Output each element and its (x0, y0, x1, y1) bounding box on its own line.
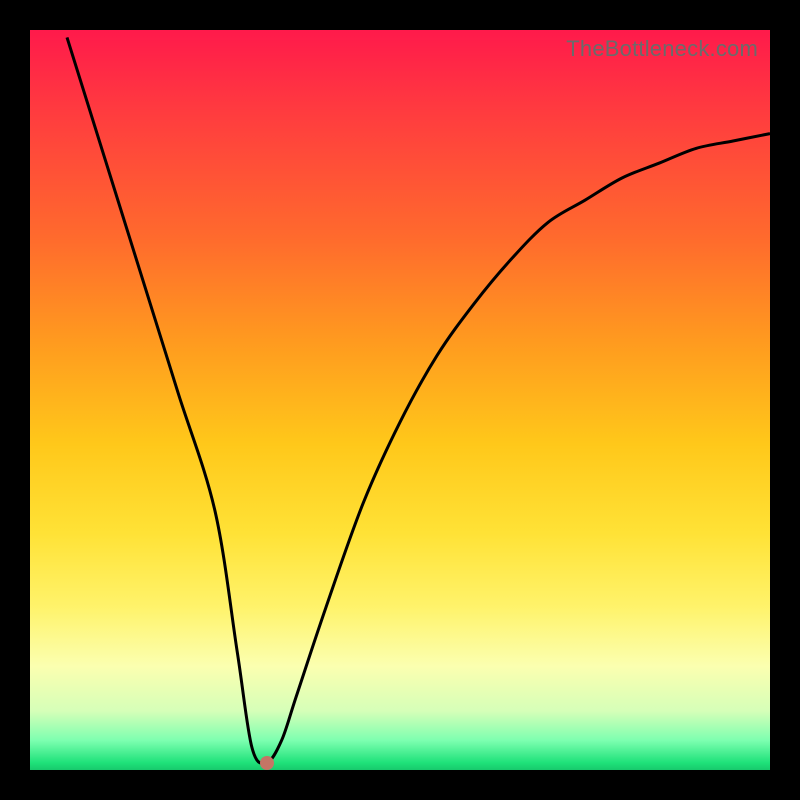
chart-plot-area: TheBottleneck.com (30, 30, 770, 770)
curve-path (67, 37, 770, 763)
optimal-point-marker (260, 756, 274, 770)
bottleneck-curve (30, 30, 770, 770)
